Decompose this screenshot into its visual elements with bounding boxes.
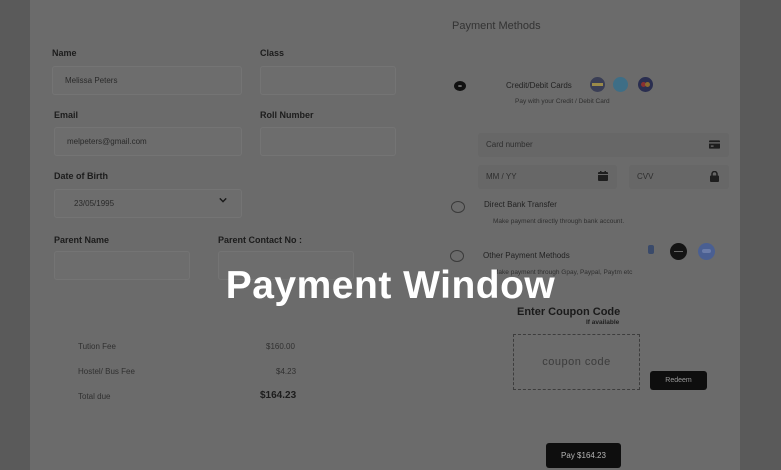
calendar-icon <box>598 171 608 181</box>
pay-button[interactable]: Pay $164.23 <box>546 443 621 468</box>
paypal-logo-icon <box>645 244 659 258</box>
amazon-pay-logo-icon <box>670 243 687 260</box>
coupon-code-input[interactable]: coupon code <box>513 334 640 390</box>
total-due-label: Total due <box>78 392 111 401</box>
redeem-button[interactable]: Redeem <box>650 371 707 390</box>
bank-transfer-title: Direct Bank Transfer <box>484 200 557 209</box>
email-field[interactable]: melpeters@gmail.com <box>54 127 242 156</box>
tuition-fee-label: Tution Fee <box>78 342 116 351</box>
expiry-placeholder: MM / YY <box>486 172 517 181</box>
hostel-fee-label: Hostel/ Bus Fee <box>78 367 135 376</box>
dob-label: Date of Birth <box>54 171 108 181</box>
mastercard-logo-icon <box>638 77 653 92</box>
email-label: Email <box>54 110 79 120</box>
credit-card-icon <box>709 140 720 149</box>
roll-number-field[interactable] <box>260 127 396 156</box>
dob-select[interactable]: 23/05/1995 <box>54 189 242 218</box>
class-label: Class <box>260 48 285 58</box>
expiry-input[interactable]: MM / YY <box>478 165 617 189</box>
card-number-input[interactable]: Card number <box>478 133 729 157</box>
overlay-title: Payment Window <box>225 264 556 307</box>
visa-logo-icon <box>590 77 605 92</box>
hostel-fee-value: $4.23 <box>276 367 297 376</box>
dob-value: 23/05/1995 <box>74 199 115 208</box>
other-methods-radio[interactable] <box>450 250 464 262</box>
credit-card-radio[interactable] <box>454 81 466 91</box>
credit-card-subtitle: Pay with your Credit / Debit Card <box>515 98 610 105</box>
coupon-subtitle: If available <box>586 319 620 326</box>
bank-transfer-radio[interactable] <box>451 201 465 213</box>
bank-transfer-subtitle: Make payment directly through bank accou… <box>493 218 625 225</box>
parent-contact-label: Parent Contact No : <box>218 235 303 245</box>
name-label: Name <box>52 48 77 58</box>
total-due-value: $164.23 <box>260 390 297 401</box>
lock-icon <box>710 171 719 182</box>
card-number-placeholder: Card number <box>486 140 533 149</box>
roll-number-label: Roll Number <box>260 110 314 120</box>
parent-name-label: Parent Name <box>54 235 110 245</box>
cvv-input[interactable]: CVV <box>629 165 729 189</box>
credit-card-title: Credit/Debit Cards <box>506 81 572 90</box>
chevron-down-icon <box>219 197 227 203</box>
tuition-fee-value: $160.00 <box>266 342 295 351</box>
cvv-placeholder: CVV <box>637 172 654 181</box>
name-field[interactable]: Melissa Peters <box>52 66 242 95</box>
other-methods-title: Other Payment Methods <box>483 251 570 260</box>
amex-logo-icon <box>613 77 628 92</box>
class-field[interactable] <box>260 66 396 95</box>
gpay-logo-icon <box>698 243 715 260</box>
payment-methods-title: Payment Methods <box>452 20 541 32</box>
